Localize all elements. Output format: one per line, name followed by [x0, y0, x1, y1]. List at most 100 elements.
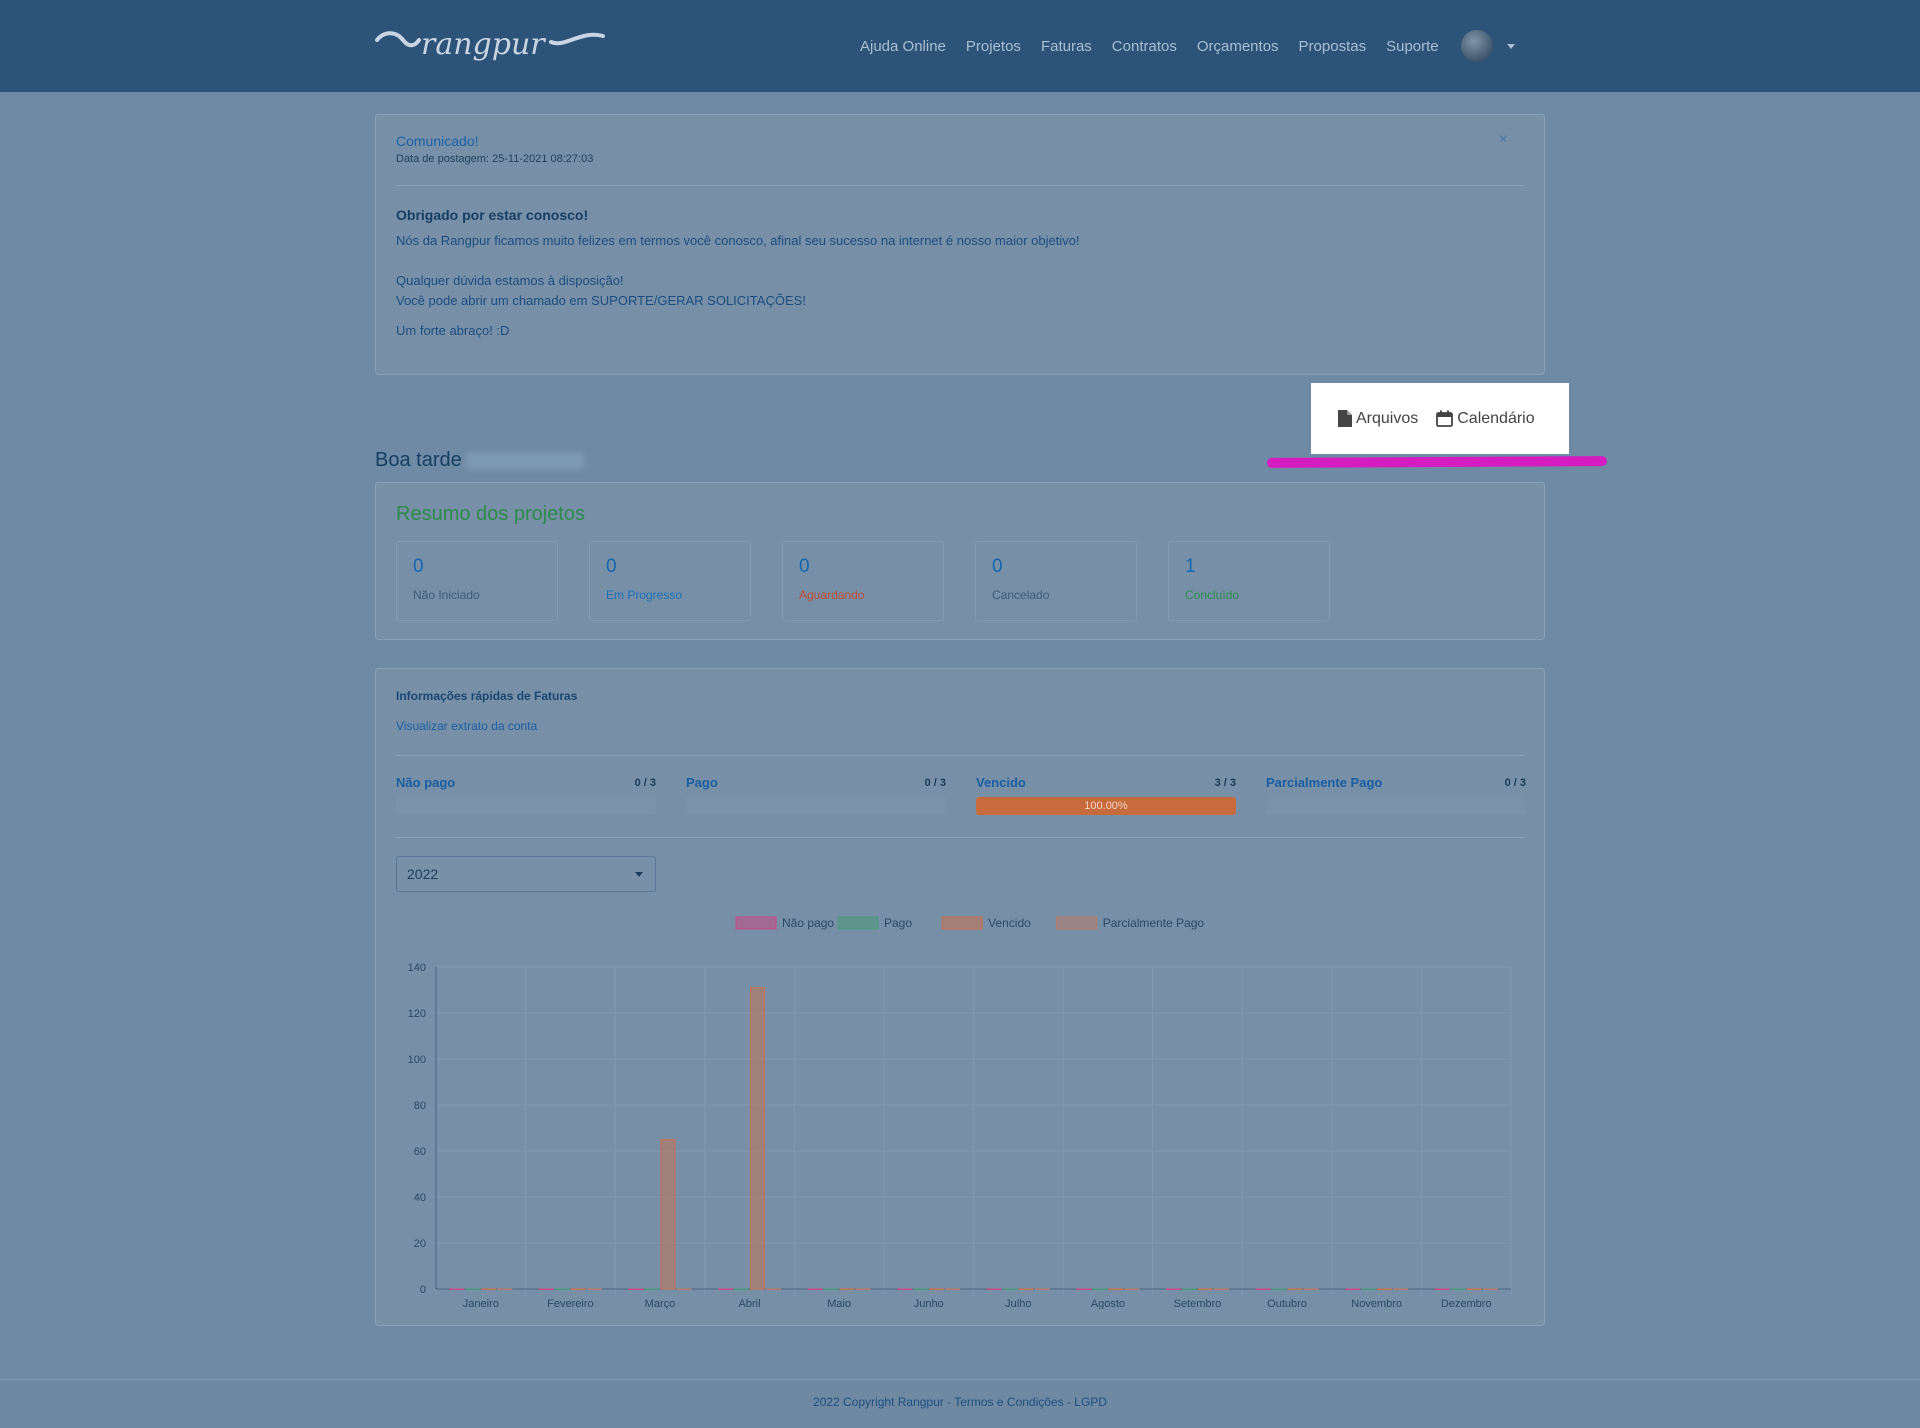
bar: [1303, 1288, 1319, 1290]
bar: [823, 1288, 839, 1290]
stat-value: 0: [606, 556, 617, 577]
bar: [465, 1288, 481, 1290]
blurred-user-name: [465, 451, 584, 470]
legend-label: Não pago: [782, 916, 834, 930]
close-icon[interactable]: ×: [1499, 131, 1508, 149]
stat-label: Cancelado: [992, 588, 1050, 602]
legend-swatch: [941, 916, 983, 930]
divider: [396, 185, 1524, 186]
terms-link[interactable]: Termos e Condições: [954, 1395, 1063, 1409]
calendar-link[interactable]: Calendário: [1436, 410, 1535, 428]
bar: [839, 1288, 855, 1290]
bar: [750, 987, 766, 1290]
legend-label: Parcialmente Pago: [1103, 916, 1205, 930]
bar: [1034, 1288, 1050, 1290]
nav-suporte[interactable]: Suporte: [1386, 38, 1439, 55]
divider: [396, 837, 1524, 838]
stat-completed[interactable]: 1 Concluído: [1168, 541, 1330, 621]
bar: [628, 1288, 644, 1290]
bar: [1213, 1288, 1229, 1290]
invoice-stat-name[interactable]: Pago: [686, 775, 718, 790]
legend-label: Pago: [884, 916, 912, 930]
bar: [1482, 1288, 1498, 1290]
stat-cancelled[interactable]: 0 Cancelado: [975, 541, 1137, 621]
announcement-heading: Obrigado por estar conosco!: [396, 207, 589, 223]
nav-ajuda-online[interactable]: Ajuda Online: [860, 38, 946, 55]
announcement-panel: Comunicado! Data de postagem: 25-11-2021…: [375, 114, 1545, 375]
stat-awaiting[interactable]: 0 Aguardando: [782, 541, 944, 621]
lgpd-link[interactable]: LGPD: [1074, 1395, 1107, 1409]
calendar-icon: [1436, 410, 1454, 427]
nav-faturas[interactable]: Faturas: [1041, 38, 1092, 55]
bar: [1393, 1288, 1409, 1290]
bar: [1377, 1288, 1393, 1290]
y-tick-label: 100: [408, 1054, 426, 1066]
logo-text: rangpur: [421, 27, 546, 62]
divider: [396, 755, 1524, 756]
nav-orcamentos[interactable]: Orçamentos: [1197, 38, 1279, 55]
user-avatar[interactable]: [1460, 30, 1493, 62]
announcement-body: Obrigado por estar conosco! Nós da Rangp…: [396, 207, 1080, 344]
announcement-line: Você pode abrir um chamado em SUPORTE/GE…: [396, 293, 806, 308]
bar: [1255, 1288, 1271, 1290]
user-menu-caret-icon[interactable]: [1506, 43, 1515, 49]
projects-summary-panel: Resumo dos projetos 0 Não Iniciado 0 Em …: [375, 482, 1545, 640]
stat-not-started[interactable]: 0 Não Iniciado: [396, 541, 558, 621]
rangpur-logo[interactable]: rangpur: [375, 22, 605, 68]
invoice-stat-count: 0 / 3: [1504, 777, 1526, 789]
bar: [929, 1288, 945, 1290]
x-tick-label: Maio: [827, 1298, 851, 1309]
highlight-underline: [1266, 456, 1608, 468]
bar: [660, 1139, 676, 1290]
year-select-value: 2022: [407, 866, 439, 882]
progress-track: [1266, 797, 1526, 815]
bar: [945, 1288, 961, 1290]
y-tick-label: 0: [420, 1284, 426, 1296]
bar: [1466, 1288, 1482, 1290]
bar: [1271, 1288, 1287, 1290]
nav-projetos[interactable]: Projetos: [966, 38, 1021, 55]
invoices-bar-chart: Não pago Pago Vencido Parcialmente Pago 0 20 4…: [408, 916, 1512, 1309]
invoice-stat-count: 0 / 3: [924, 777, 946, 789]
bar: [766, 1288, 782, 1290]
bar: [718, 1288, 734, 1290]
announcement-line: Qualquer dúvida estamos à disposição!: [396, 273, 624, 288]
y-tick-label: 80: [414, 1100, 426, 1112]
stat-in-progress[interactable]: 0 Em Progresso: [589, 541, 751, 621]
bar: [538, 1288, 554, 1290]
bar: [1287, 1288, 1303, 1290]
invoice-stat-name[interactable]: Parcialmente Pago: [1266, 775, 1382, 790]
bar: [1076, 1288, 1092, 1290]
account-statement-link[interactable]: Visualizar extrato da conta: [396, 719, 537, 733]
footer-separator: -: [1063, 1395, 1075, 1409]
announcement-title: Comunicado!: [396, 133, 479, 149]
bar: [1018, 1288, 1034, 1290]
x-tick-label: Julho: [1005, 1298, 1031, 1309]
invoice-stat-name[interactable]: Não pago: [396, 775, 455, 790]
year-select[interactable]: 2022: [396, 856, 656, 892]
invoice-stat-name[interactable]: Vencido: [976, 775, 1026, 790]
stat-value: 0: [413, 556, 424, 577]
files-label: Arquivos: [1356, 409, 1419, 427]
bar: [986, 1288, 1002, 1290]
nav-contratos[interactable]: Contratos: [1112, 38, 1177, 55]
bar: [1108, 1288, 1124, 1290]
bar: [1345, 1288, 1361, 1290]
files-link[interactable]: Arquivos: [1338, 410, 1418, 428]
invoice-stat-count: 0 / 3: [634, 777, 656, 789]
y-tick-label: 60: [414, 1146, 426, 1158]
file-icon: [1338, 410, 1352, 427]
bar: [1181, 1288, 1197, 1290]
x-tick-label: Agosto: [1091, 1298, 1125, 1309]
announcement-date: Data de postagem: 25-11-2021 08:27:03: [396, 153, 594, 165]
stat-value: 0: [799, 556, 810, 577]
progress-fill: 100.00%: [976, 797, 1236, 815]
invoices-panel: Informações rápidas de Faturas Visualiza…: [375, 668, 1545, 1326]
footer-copyright: 2022 Copyright Rangpur -: [813, 1395, 955, 1409]
shortcuts-box: Arquivos Calendário: [1311, 383, 1569, 454]
x-tick-label: Junho: [914, 1298, 944, 1309]
progress-track: 100.00%: [976, 797, 1236, 815]
nav-propostas[interactable]: Propostas: [1299, 38, 1367, 55]
bar: [1124, 1288, 1140, 1290]
logo-script-mark: rangpur: [375, 27, 605, 62]
